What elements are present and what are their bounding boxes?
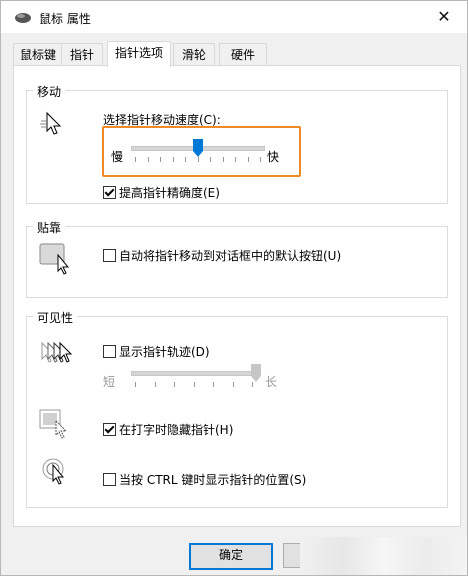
slider-tick xyxy=(135,382,136,387)
slider-tick xyxy=(155,382,156,387)
pointer-trails-icon xyxy=(41,341,73,363)
pointer-trails-checkbox[interactable] xyxy=(103,345,116,358)
visibility-group: 可见性 显示指针轨迹(D) 短 长 在打字时隐藏指针(H) 当按 CTRL 键时… xyxy=(26,309,448,508)
snap-default-button-checkbox[interactable] xyxy=(103,249,116,262)
snap-to-group: 贴靠 自动将指针移动到对话框中的默认按钮(U) xyxy=(26,219,448,298)
show-location-icon xyxy=(42,458,65,485)
pointer-speed-icon xyxy=(40,111,62,135)
window-title: 鼠标 属性 xyxy=(39,12,91,26)
trails-slider-track[interactable] xyxy=(131,371,261,376)
tab-pointers[interactable]: 指针 xyxy=(61,43,103,66)
pointer-trails-label: 显示指针轨迹(D) xyxy=(119,345,210,359)
long-label: 长 xyxy=(265,375,278,389)
speed-highlight-box xyxy=(102,126,301,177)
ok-button[interactable]: 确定 xyxy=(189,543,273,570)
blurred-region xyxy=(301,537,467,575)
slider-tick xyxy=(213,382,214,387)
slider-tick xyxy=(194,382,195,387)
motion-group-title: 移动 xyxy=(33,83,66,100)
visibility-group-title: 可见性 xyxy=(33,309,78,326)
show-location-label: 当按 CTRL 键时显示指针的位置(S) xyxy=(119,473,307,487)
tab-wheel[interactable]: 滑轮 xyxy=(173,43,215,66)
snap-default-button-label: 自动将指针移动到对话框中的默认按钮(U) xyxy=(119,249,342,263)
close-icon: ✕ xyxy=(437,7,451,26)
short-label: 短 xyxy=(103,375,116,389)
close-button[interactable]: ✕ xyxy=(421,1,467,33)
slider-tick xyxy=(252,382,253,387)
tab-buttons[interactable]: 鼠标键 xyxy=(13,43,63,66)
hide-pointer-typing-icon xyxy=(39,409,68,439)
trails-slider-thumb[interactable] xyxy=(251,364,261,382)
slider-tick xyxy=(174,382,175,387)
slider-tick xyxy=(233,382,234,387)
title-bar: 鼠标 属性 ✕ xyxy=(1,1,467,33)
enhance-precision-label: 提高指针精确度(E) xyxy=(119,186,220,200)
show-location-checkbox[interactable] xyxy=(103,473,116,486)
snap-to-group-title: 贴靠 xyxy=(33,219,66,236)
mouse-icon xyxy=(15,13,31,23)
tab-panel: 移动 选择指针移动速度(C): 慢 快 提高指针精确度(E) 贴靠 自动将指针移… xyxy=(13,65,461,527)
mouse-properties-window: 鼠标 属性 ✕ 鼠标键 指针 指针选项 滑轮 硬件 移动 选择指针移动速度(C)… xyxy=(0,0,468,576)
tab-hardware[interactable]: 硬件 xyxy=(219,43,267,66)
tab-pointer-options[interactable]: 指针选项 xyxy=(107,41,171,67)
hide-typing-label: 在打字时隐藏指针(H) xyxy=(119,423,234,437)
hide-typing-checkbox[interactable] xyxy=(103,423,116,436)
enhance-precision-checkbox[interactable] xyxy=(103,186,116,199)
snap-to-button-icon xyxy=(39,243,70,275)
trails-slider-ticks xyxy=(135,382,253,388)
cancel-button-partial[interactable] xyxy=(283,543,300,568)
